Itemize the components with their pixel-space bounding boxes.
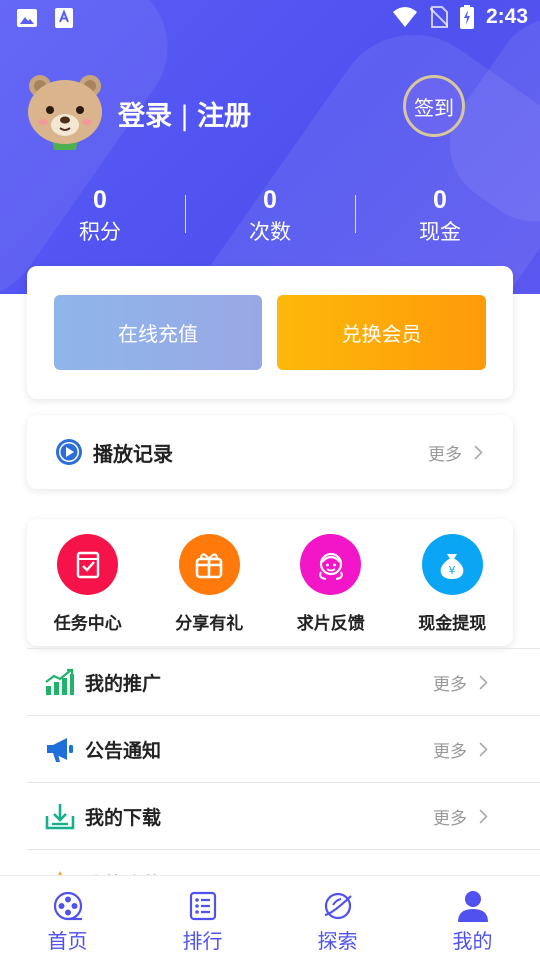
profile-header: 2:43 登录 | 注册 签到 0 积分 0 次数 0 现金 xyxy=(0,0,540,294)
more-label: 更多 xyxy=(433,808,467,829)
play-history-row[interactable]: 播放记录 更多 xyxy=(27,415,513,489)
list-item-title: 我的推广 xyxy=(85,672,162,695)
signin-button[interactable]: 签到 xyxy=(403,75,465,137)
more-label: 更多 xyxy=(433,741,467,762)
login-link[interactable]: 登录 xyxy=(118,94,172,133)
chevron-right-icon xyxy=(479,674,488,690)
list-item-downloads[interactable]: 我的下载 更多 xyxy=(27,782,540,849)
nav-label: 首页 xyxy=(47,929,88,953)
stat-times[interactable]: 0 次数 xyxy=(185,183,355,253)
grid-item-task-center[interactable]: 任务中心 xyxy=(27,519,149,646)
stat-value: 0 xyxy=(263,186,277,214)
grid-label: 现金提现 xyxy=(418,614,487,634)
stats-bar: 0 积分 0 次数 0 现金 xyxy=(15,183,525,253)
nav-explore[interactable]: 探索 xyxy=(270,876,405,960)
grid-label: 任务中心 xyxy=(53,614,122,634)
chart-icon xyxy=(45,668,74,695)
status-bar: 2:43 xyxy=(0,0,540,36)
font-notification-icon xyxy=(55,8,73,28)
recharge-button[interactable]: 在线充值 xyxy=(54,295,262,370)
bear-avatar[interactable] xyxy=(26,72,104,150)
stat-value: 0 xyxy=(93,186,107,214)
grid-item-share-gift[interactable]: 分享有礼 xyxy=(149,519,271,646)
login-separator: | xyxy=(180,101,190,132)
support-agent-icon xyxy=(300,534,362,595)
download-icon xyxy=(45,804,75,830)
nav-label: 探索 xyxy=(317,929,358,953)
list-item-title: 公告通知 xyxy=(85,739,162,762)
stat-points[interactable]: 0 积分 xyxy=(15,183,185,253)
stat-label: 积分 xyxy=(79,220,121,244)
chevron-right-icon xyxy=(474,444,483,460)
svg-text:¥: ¥ xyxy=(449,564,456,577)
grid-label: 分享有礼 xyxy=(175,614,244,634)
list-item-announcement[interactable]: 公告通知 更多 xyxy=(27,715,540,782)
battery-charging-icon xyxy=(459,5,474,29)
money-bag-icon: ¥ xyxy=(421,534,483,595)
nav-mine[interactable]: 我的 xyxy=(405,876,540,960)
nav-label: 排行 xyxy=(182,929,223,953)
grid-item-cash-withdraw[interactable]: ¥ 现金提现 xyxy=(392,519,514,646)
login-register: 登录 | 注册 xyxy=(118,94,251,133)
stat-cash[interactable]: 0 现金 xyxy=(355,183,525,253)
planet-icon xyxy=(324,892,352,920)
list-item-promotion[interactable]: 我的推广 更多 xyxy=(27,648,540,715)
chevron-right-icon xyxy=(479,808,488,824)
stat-label: 现金 xyxy=(419,220,461,244)
play-icon xyxy=(56,439,82,465)
person-icon xyxy=(457,891,488,922)
features-grid: 任务中心 分享有礼 求片反馈 ¥ 现金提现 xyxy=(27,519,513,646)
nav-label: 我的 xyxy=(452,929,493,953)
more-link[interactable]: 更多 xyxy=(433,783,488,849)
nav-home[interactable]: 首页 xyxy=(0,876,135,960)
more-label: 更多 xyxy=(433,674,467,695)
task-icon xyxy=(57,534,119,595)
more-label: 更多 xyxy=(428,444,462,465)
grid-item-request-feedback[interactable]: 求片反馈 xyxy=(270,519,392,646)
image-notification-icon xyxy=(17,9,37,27)
more-link[interactable]: 更多 xyxy=(428,415,483,489)
megaphone-icon xyxy=(47,738,73,762)
chevron-right-icon xyxy=(479,741,488,757)
film-reel-icon xyxy=(53,891,82,921)
clock: 2:43 xyxy=(485,5,528,28)
wifi-icon xyxy=(392,7,417,27)
play-history-title: 播放记录 xyxy=(93,441,173,466)
wallet-card: 在线充值 兑换会员 xyxy=(27,266,513,399)
nav-ranking[interactable]: 排行 xyxy=(135,876,270,960)
grid-label: 求片反馈 xyxy=(296,614,365,634)
no-sim-icon xyxy=(429,6,448,28)
more-link[interactable]: 更多 xyxy=(433,649,488,715)
stat-value: 0 xyxy=(433,186,447,214)
gift-icon xyxy=(178,534,240,595)
register-link[interactable]: 注册 xyxy=(197,94,251,133)
redeem-vip-button[interactable]: 兑换会员 xyxy=(277,295,486,370)
list-item-title: 我的下载 xyxy=(85,806,162,829)
ranking-list-icon xyxy=(189,891,216,921)
more-link[interactable]: 更多 xyxy=(433,716,488,782)
bottom-navigation: 首页 排行 探索 我的 xyxy=(0,875,540,960)
stat-label: 次数 xyxy=(249,220,291,244)
